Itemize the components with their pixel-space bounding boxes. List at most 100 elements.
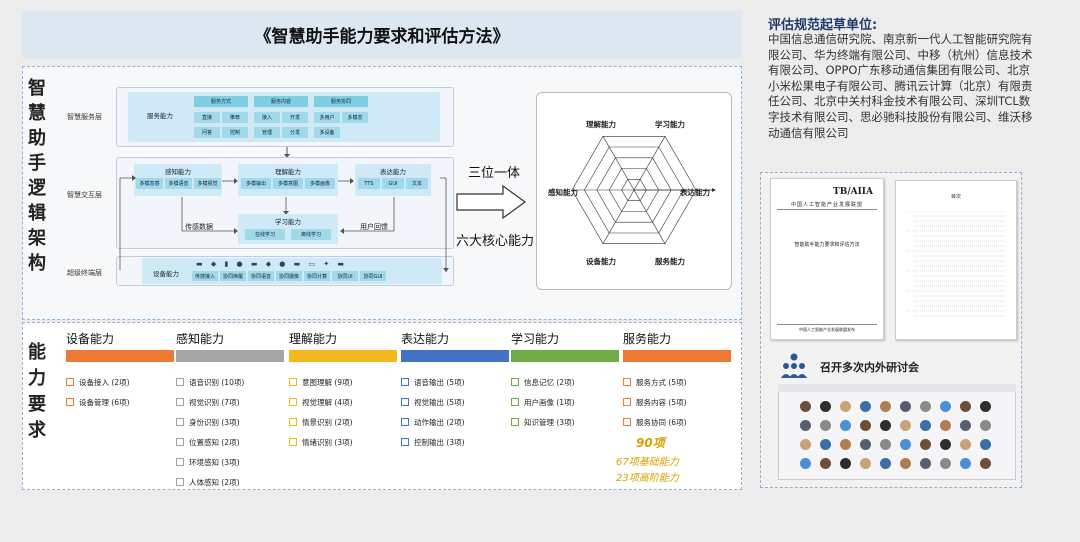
participant-avatar [880,401,891,412]
capability-column: 感知能力 语音识别 (10项) 视觉识别 (7项) 身份识别 (3项) 位置感知 (2项… [176,330,284,492]
capability-title: 表达能力 [401,332,450,346]
service-subgroup-title: 服务协同 [314,96,368,107]
group-meeting-icon [781,353,807,378]
service-item-chip: 直接 [194,112,220,123]
capability-item-label: 服务方式 (5项) [636,377,687,387]
capability-item: 意图理解 (9项) [289,372,397,392]
cover-divider [777,324,877,325]
standard-cover-page: TB/AIIA 中国人工智能产业发展联盟 智能助手能力要求和评估方法 中国人工智… [770,178,884,340]
drafters-text: 中国信息通信研究院、南京新一代人工智能研究院有限公司、华为终端有限公司、中移（杭… [768,32,1033,140]
capability-item-label: 意图理解 (9项) [302,377,353,387]
toc-page: 目次 [895,180,1017,340]
participant-avatar [980,420,991,431]
radar-label-expression: 表达能力 [680,188,710,197]
checkbox-icon [66,398,74,406]
participant-avatar [960,420,971,431]
vertical-title-char: 逻 [28,178,46,199]
capability-title: 服务能力 [623,332,672,346]
service-item-chip: 控制 [222,127,248,138]
capability-item: 信息记忆 (2项) [511,372,619,392]
logic-architecture-vertical-title: 智慧助手逻辑架构 [28,76,46,276]
participant-avatar [860,439,871,450]
service-item-chip: 推荐 [222,112,248,123]
capability-color-bar [289,350,397,362]
service-item-chip: 接入 [254,112,280,123]
participant-avatar [800,439,811,450]
capability-item-label: 控制输出 (3项) [414,437,465,447]
checkbox-icon [176,458,184,466]
checkbox-icon [176,378,184,386]
participant-avatar [860,401,871,412]
service-subgroup-title: 服务内容 [254,96,308,107]
capability-item-label: 环境感知 (3项) [189,457,240,467]
capability-item: 环境感知 (3项) [176,452,284,472]
capability-item-label: 语音输出 (5项) [414,377,465,387]
capability-item-label: 视觉识别 (7项) [189,397,240,407]
participant-avatar [920,439,931,450]
service-item-chip: 问答 [194,127,220,138]
capability-column: 学习能力 信息记忆 (2项) 用户画像 (1项) 知识管理 (3项) [511,330,619,432]
service-layer-label: 智慧服务层 [67,113,102,121]
checkbox-icon [289,418,297,426]
cover-footer: 中国人工智能产业发展联盟发布 [799,327,855,332]
capability-item: 知识管理 (3项) [511,412,619,432]
service-item-chip: 分发 [282,127,308,138]
radar-label-service: 服务能力 [655,257,685,266]
checkbox-icon [289,378,297,386]
service-subgroup-title: 服务方式 [194,96,248,107]
participant-avatar [920,420,931,431]
radar-label-understanding: 理解能力 [586,120,616,129]
capability-column: 理解能力 意图理解 (9项) 视觉理解 (4项) 情景识别 (2项) 情绪识别 (3项) [289,330,397,452]
checkbox-icon [623,398,631,406]
checkbox-icon [66,378,74,386]
capability-title: 学习能力 [511,332,560,346]
checkbox-icon [401,398,409,406]
vertical-title-char: 慧 [28,103,46,124]
capability-item: 语音识别 (10项) [176,372,284,392]
vertical-title-char: 智 [28,78,46,99]
participant-avatar [960,439,971,450]
seminar-label: 召开多次内外研讨会 [820,361,919,374]
participant-avatar [820,439,831,450]
capability-item: 情景识别 (2项) [289,412,397,432]
toc-title: 目次 [950,194,961,200]
participant-avatar [900,401,911,412]
capability-title: 理解能力 [289,332,338,346]
capability-item-label: 人体感知 (2项) [189,477,240,487]
standard-code: TB/AIIA [833,187,873,197]
checkbox-icon [176,478,184,486]
capability-item: 控制输出 (3项) [401,432,509,452]
checkbox-icon [511,418,519,426]
toc-lines [906,211,1006,317]
vertical-title-char: 辑 [28,203,46,224]
capability-item-label: 信息记忆 (2项) [524,377,575,387]
capability-color-bar [511,350,619,362]
capability-item: 设备管理 (6项) [66,392,174,412]
basic-count: 67项基础能力 [616,457,679,468]
loop-arrows [119,175,449,272]
participant-avatar [920,401,931,412]
participant-avatar [880,420,891,431]
participant-avatar [900,458,911,469]
participant-avatar [880,439,891,450]
capability-item-label: 语音识别 (10项) [189,377,245,387]
capability-item: 视觉理解 (4项) [289,392,397,412]
arrow-bottom-label: 六大核心能力 [456,234,535,249]
capability-item: 位置感知 (2项) [176,432,284,452]
capability-item-label: 视觉理解 (4项) [302,397,353,407]
capability-item: 服务方式 (5项) [623,372,731,392]
checkbox-icon [623,418,631,426]
radar-axis [602,136,635,191]
participant-avatar [940,458,951,469]
participant-avatar [840,439,851,450]
participant-avatar [900,439,911,450]
cover-divider [777,209,877,210]
participant-avatar [800,458,811,469]
capability-item: 语音输出 (5项) [401,372,509,392]
radar-axis [633,189,666,244]
radar-axis-arrowhead [712,188,716,192]
capability-column: 表达能力 语音输出 (5项) 视觉输出 (5项) 动作输出 (2项) 控制输出 (3项) [401,330,509,452]
participant-avatar [820,420,831,431]
checkbox-icon [511,398,519,406]
participant-avatar [860,420,871,431]
